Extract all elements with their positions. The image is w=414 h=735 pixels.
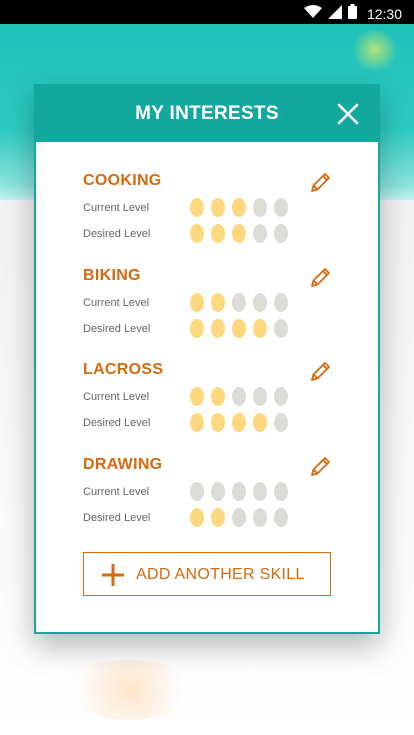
battery-icon [347, 4, 357, 24]
desired-level-row: Desired Level [83, 508, 303, 530]
pencil-icon [311, 268, 330, 287]
level-dot-filled[interactable] [190, 508, 204, 527]
level-label: Current Level [83, 202, 150, 214]
signal-icon [327, 4, 342, 24]
interests-dialog: MY INTERESTS COOKING Current Level Desired… [34, 84, 380, 634]
add-skill-button[interactable]: ADD ANOTHER SKILL [83, 552, 331, 596]
level-rating[interactable] [190, 508, 288, 527]
level-dot-filled[interactable] [190, 413, 204, 432]
level-dot-filled[interactable] [211, 198, 225, 217]
status-bar: 12:30 [0, 0, 414, 24]
level-dot-filled[interactable] [211, 224, 225, 243]
current-level-row: Current Level [83, 387, 303, 409]
level-label: Desired Level [83, 323, 151, 335]
skill-name: BIKING [83, 267, 141, 284]
level-rating[interactable] [190, 387, 288, 406]
level-dot-filled[interactable] [190, 319, 204, 338]
level-label: Desired Level [83, 228, 151, 240]
desired-level-row: Desired Level [83, 319, 303, 341]
skill-item-biking: BIKING Current Level Desired Level [83, 267, 343, 357]
background-decoration [60, 660, 200, 720]
level-dot-empty[interactable] [274, 198, 288, 217]
level-dot-empty[interactable] [253, 293, 267, 312]
current-level-row: Current Level [83, 482, 303, 504]
current-level-row: Current Level [83, 293, 303, 315]
skill-item-lacross: LACROSS Current Level Desired Level [83, 361, 343, 451]
dialog-title: MY INTERESTS [135, 103, 279, 124]
level-label: Desired Level [83, 417, 151, 429]
skill-name: COOKING [83, 172, 162, 189]
level-rating[interactable] [190, 293, 288, 312]
level-dot-filled[interactable] [211, 293, 225, 312]
level-dot-empty[interactable] [232, 482, 246, 501]
level-dot-filled[interactable] [232, 319, 246, 338]
edit-skill-button[interactable] [309, 359, 333, 383]
level-dot-empty[interactable] [253, 482, 267, 501]
level-label: Current Level [83, 391, 150, 403]
level-dot-empty[interactable] [232, 508, 246, 527]
add-skill-label: ADD ANOTHER SKILL [136, 566, 305, 583]
level-rating[interactable] [190, 224, 288, 243]
pencil-icon [311, 173, 330, 192]
level-rating[interactable] [190, 319, 288, 338]
edit-skill-button[interactable] [309, 265, 333, 289]
close-icon [337, 103, 359, 125]
desired-level-row: Desired Level [83, 224, 303, 246]
level-dot-empty[interactable] [253, 387, 267, 406]
level-dot-empty[interactable] [253, 198, 267, 217]
level-dot-empty[interactable] [274, 293, 288, 312]
pencil-icon [311, 362, 330, 381]
edit-skill-button[interactable] [309, 454, 333, 478]
level-dot-filled[interactable] [190, 293, 204, 312]
level-dot-filled[interactable] [211, 508, 225, 527]
level-dot-empty[interactable] [253, 224, 267, 243]
skill-name: DRAWING [83, 456, 163, 473]
status-time: 12:30 [366, 6, 402, 22]
level-dot-filled[interactable] [211, 413, 225, 432]
level-rating[interactable] [190, 482, 288, 501]
plus-icon [102, 564, 124, 586]
level-dot-filled[interactable] [232, 198, 246, 217]
level-dot-empty[interactable] [232, 293, 246, 312]
level-dot-empty[interactable] [274, 482, 288, 501]
dialog-header: MY INTERESTS [36, 86, 378, 142]
skill-item-cooking: COOKING Current Level Desired Level [83, 172, 343, 262]
desired-level-row: Desired Level [83, 413, 303, 435]
level-dot-empty[interactable] [274, 224, 288, 243]
pencil-icon [311, 457, 330, 476]
level-rating[interactable] [190, 413, 288, 432]
level-dot-empty[interactable] [274, 387, 288, 406]
level-label: Current Level [83, 297, 150, 309]
current-level-row: Current Level [83, 198, 303, 220]
level-dot-filled[interactable] [253, 319, 267, 338]
level-dot-filled[interactable] [232, 413, 246, 432]
level-dot-empty[interactable] [274, 413, 288, 432]
level-dot-filled[interactable] [253, 413, 267, 432]
level-label: Desired Level [83, 512, 151, 524]
level-dot-filled[interactable] [190, 224, 204, 243]
level-dot-empty[interactable] [274, 508, 288, 527]
level-label: Current Level [83, 486, 150, 498]
level-dot-empty[interactable] [190, 482, 204, 501]
level-dot-empty[interactable] [274, 319, 288, 338]
level-dot-filled[interactable] [190, 198, 204, 217]
level-dot-filled[interactable] [211, 387, 225, 406]
level-dot-filled[interactable] [211, 319, 225, 338]
background-decoration [350, 30, 400, 70]
skill-item-drawing: DRAWING Current Level Desired Level [83, 456, 343, 546]
level-dot-empty[interactable] [211, 482, 225, 501]
wifi-icon [303, 4, 322, 24]
level-dot-empty[interactable] [232, 387, 246, 406]
level-dot-filled[interactable] [232, 224, 246, 243]
level-dot-filled[interactable] [190, 387, 204, 406]
level-dot-empty[interactable] [253, 508, 267, 527]
level-rating[interactable] [190, 198, 288, 217]
skill-name: LACROSS [83, 361, 164, 378]
edit-skill-button[interactable] [309, 170, 333, 194]
close-button[interactable] [336, 102, 360, 126]
